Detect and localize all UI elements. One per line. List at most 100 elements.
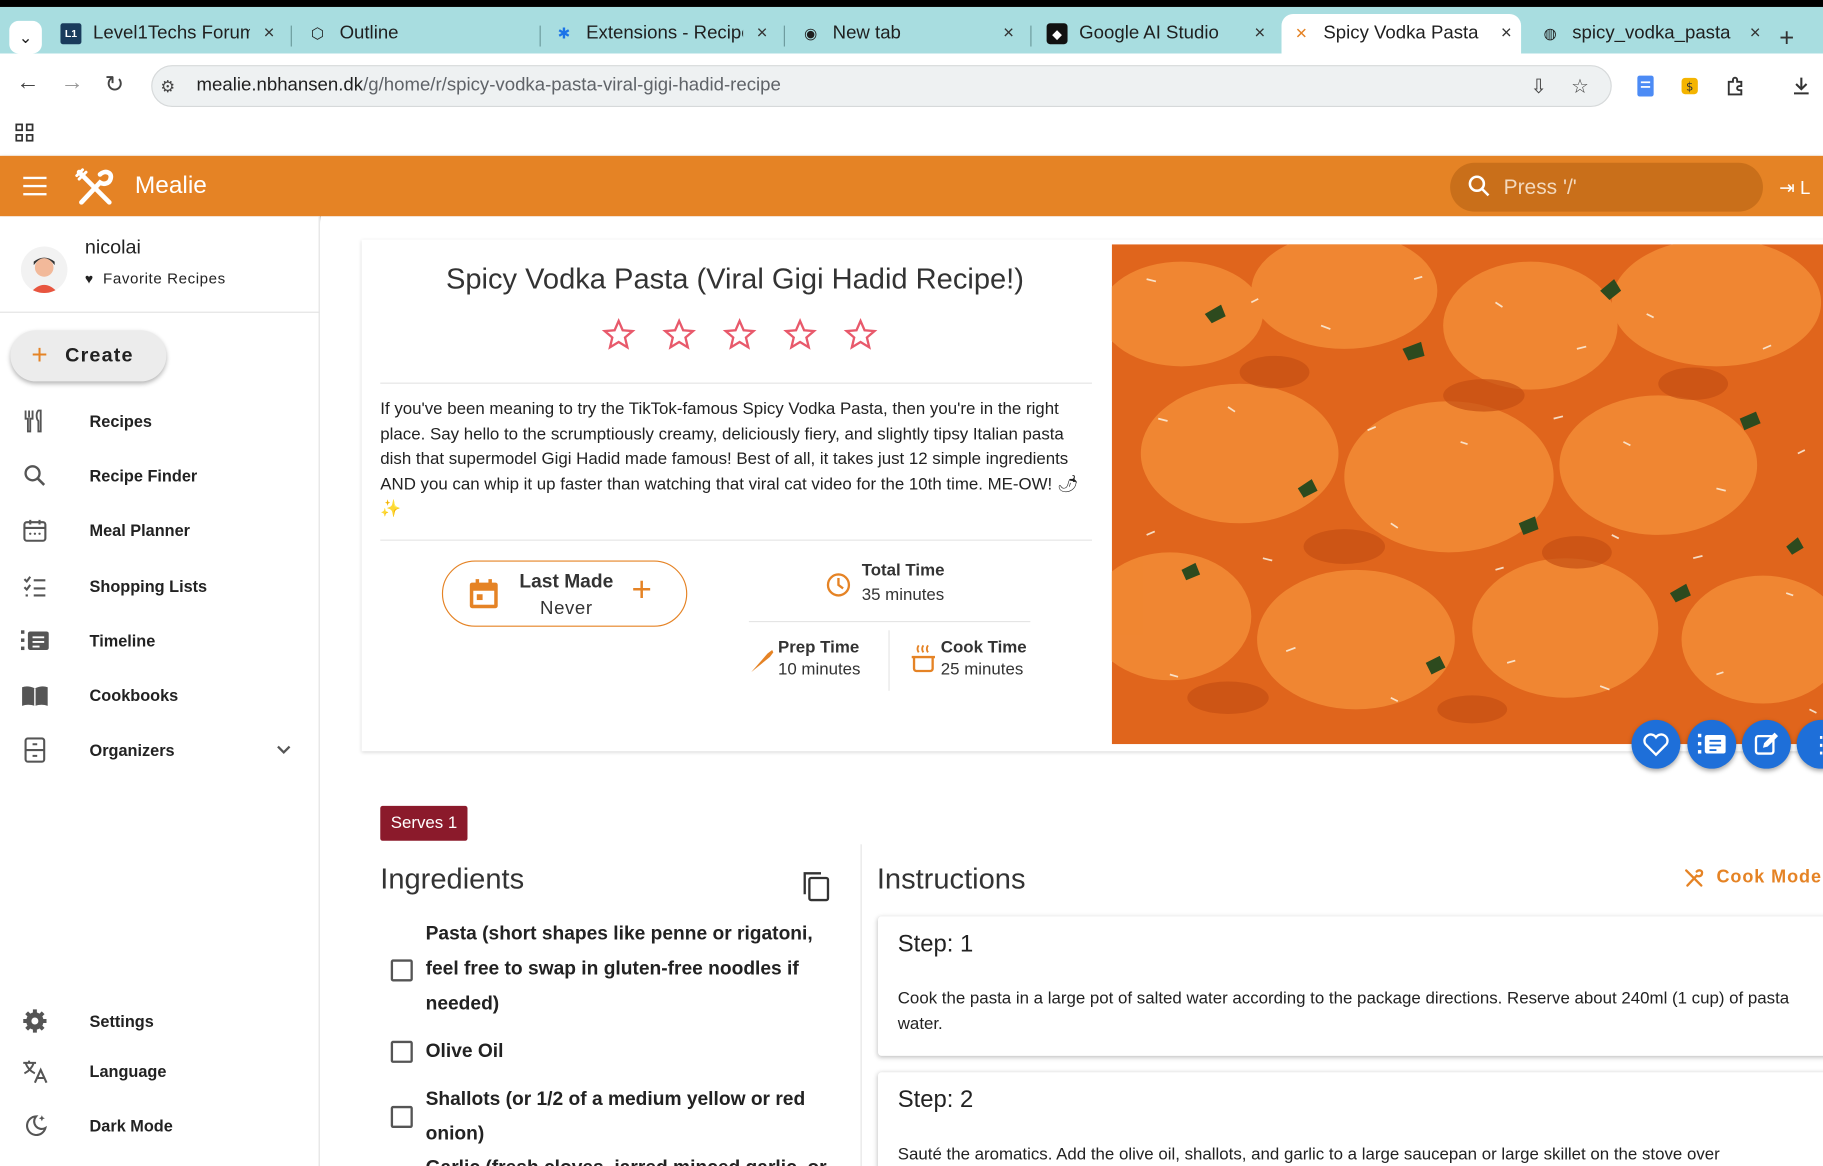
star-icon[interactable] (600, 316, 637, 353)
user-avatar-icon (30, 257, 59, 294)
puzzle-icon: ✱ (557, 24, 571, 42)
cook-mode-button[interactable]: Cook Mode (1684, 868, 1822, 889)
sidebar-item-recipe-finder[interactable]: Recipe Finder (0, 452, 319, 499)
close-icon[interactable]: × (1501, 23, 1512, 44)
recipe-extension-icon[interactable]: $ (1679, 74, 1700, 97)
star-icon[interactable] (721, 316, 758, 353)
globe-icon: ◍ (1543, 24, 1557, 42)
close-icon[interactable]: × (264, 23, 275, 44)
create-button[interactable]: + Create (10, 330, 167, 382)
logout-button[interactable]: ⇥ L (1779, 177, 1810, 200)
tab-search-button[interactable]: ⌄ (9, 20, 42, 54)
cabinet-icon (21, 736, 49, 764)
sidebar-item-settings[interactable]: Settings (0, 998, 319, 1045)
sidebar-item-meal-planner[interactable]: Meal Planner (0, 507, 319, 554)
extensions-puzzle-icon[interactable] (1725, 74, 1746, 97)
ingredient-checkbox[interactable] (390, 1105, 413, 1129)
tab-separator (1030, 25, 1032, 47)
svg-text:$: $ (1686, 80, 1693, 94)
moon-icon (21, 1112, 49, 1140)
bookmark-star-icon[interactable]: ☆ (1571, 76, 1589, 99)
favorite-button[interactable] (1631, 719, 1681, 769)
forward-icon[interactable]: → (60, 70, 83, 97)
last-made-button[interactable]: Last Made Never + (441, 560, 688, 627)
tab-spicy-vodka-pasta[interactable]: ✕ Spicy Vodka Pasta × (1281, 13, 1522, 54)
download-icon[interactable] (1791, 74, 1812, 97)
close-icon[interactable]: × (757, 23, 768, 44)
timeline-button[interactable] (1687, 719, 1737, 769)
tab-spicy-vodka-pasta-file[interactable]: ◍ spicy_vodka_pasta × (1530, 14, 1770, 54)
sidebar-item-recipes[interactable]: Recipes (0, 398, 319, 445)
prep-time-value: 10 minutes (777, 660, 861, 680)
reload-icon[interactable]: ↻ (105, 70, 124, 99)
app-title[interactable]: Mealie (135, 172, 207, 200)
checklist-icon (21, 572, 49, 600)
star-icon[interactable] (661, 316, 698, 353)
address-bar[interactable]: mealie.nbhansen.dk/g/home/r/spicy-vodka-… (151, 65, 1612, 107)
close-icon[interactable]: × (1254, 23, 1265, 44)
sidebar-item-label: Language (89, 1061, 167, 1081)
back-icon[interactable]: ← (16, 70, 39, 97)
sidebar-item-label: Dark Mode (89, 1116, 173, 1135)
star-icon[interactable] (842, 316, 879, 353)
serves-badge[interactable]: Serves 1 (380, 805, 468, 841)
divider (748, 620, 1031, 623)
star-icon[interactable] (781, 316, 818, 353)
sidebar-item-label: Meal Planner (89, 520, 190, 540)
browser-toolbar: ← → ↻ mealie.nbhansen.dk/g/home/r/spicy-… (0, 53, 1823, 114)
pasta-photo (1111, 244, 1823, 745)
menu-icon[interactable] (23, 176, 47, 196)
book-icon (21, 681, 49, 709)
site-info-icon[interactable]: ⚙ (160, 77, 175, 97)
edit-icon (1754, 732, 1779, 755)
sidebar-item-timeline[interactable]: Timeline (0, 617, 319, 664)
sidebar-item-organizers[interactable]: Organizers (0, 727, 319, 774)
logout-icon: ⇥ (1779, 179, 1795, 199)
apps-grid-icon[interactable] (15, 123, 34, 142)
close-icon[interactable]: × (1750, 23, 1761, 44)
ingredient-text: Shallots (or 1/2 of a medium yellow or r… (425, 1088, 806, 1145)
tab-ai-studio[interactable]: ◆ Google AI Studio × (1037, 14, 1274, 54)
chevron-down-icon[interactable] (274, 741, 293, 760)
instruction-step[interactable]: Step: 2 Sauté the aromatics. Add the oli… (877, 1072, 1823, 1166)
prep-time-label: Prep Time (777, 638, 860, 658)
recipe-description: If you've been meaning to try the TikTok… (380, 400, 1079, 519)
search-icon (21, 462, 49, 490)
sidebar-item-dark-mode[interactable]: Dark Mode (0, 1102, 319, 1149)
logout-label: L (1800, 179, 1811, 199)
gear-icon (21, 1007, 49, 1035)
install-app-icon[interactable]: ⇩ (1530, 76, 1547, 99)
mealie-utensils-icon (1685, 869, 1704, 887)
ingredient-checkbox[interactable] (390, 1040, 413, 1063)
edit-button[interactable] (1742, 719, 1791, 769)
url-path: /g/home/r/spicy-vodka-pasta-viral-gigi-h… (363, 75, 781, 96)
tab-new-tab[interactable]: ◉ New tab × (791, 14, 1024, 54)
sidebar-item-label: Recipe Finder (89, 466, 198, 485)
recipe-header-card: Spicy Vodka Pasta (Viral Gigi Hadid Reci… (361, 239, 1823, 752)
close-icon[interactable]: × (1003, 23, 1014, 44)
rating-stars[interactable] (600, 316, 879, 353)
ingredient-text: Pasta (short shapes like penne or rigato… (425, 923, 813, 1015)
instruction-step[interactable]: Step: 1 Cook the pasta in a large pot of… (877, 916, 1823, 1056)
tab-level1techs[interactable]: L1 Level1Techs Forum × (51, 14, 284, 54)
copy-icon[interactable] (801, 870, 831, 903)
search-input[interactable]: Press '/' (1450, 162, 1763, 212)
sidebar-item-shopping-lists[interactable]: Shopping Lists (0, 563, 319, 610)
heart-icon (1643, 733, 1669, 757)
docs-extension-icon[interactable] (1635, 74, 1656, 97)
tab-outline[interactable]: ⬡ Outline (298, 14, 535, 54)
ingredient-checkbox[interactable] (390, 959, 413, 982)
fork-knife-icon (21, 407, 49, 435)
avatar[interactable] (20, 246, 68, 294)
app-bar: Mealie Press '/' ⇥ L (0, 155, 1823, 217)
translate-icon (21, 1057, 49, 1085)
sidebar-item-language[interactable]: Language (0, 1048, 319, 1095)
new-tab-button[interactable]: + (1779, 23, 1794, 53)
tab-extensions[interactable]: ✱ Extensions - Recipe × (544, 14, 777, 54)
sidebar-item-cookbooks[interactable]: Cookbooks (0, 672, 319, 719)
main-content: Spicy Vodka Pasta (Viral Gigi Hadid Reci… (320, 216, 1823, 1166)
favorite-recipes-link[interactable]: ♥ Favorite Recipes (85, 270, 226, 287)
sidebar-item-label: Organizers (89, 740, 175, 760)
cook-time-value: 25 minutes (940, 660, 1024, 680)
recipe-title: Spicy Vodka Pasta (Viral Gigi Hadid Reci… (445, 262, 1024, 296)
